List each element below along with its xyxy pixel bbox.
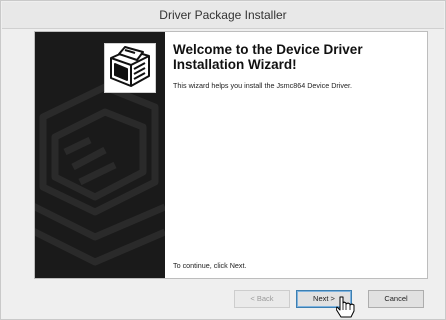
wizard-panel: Welcome to the Device Driver Installatio… (34, 31, 428, 279)
wizard-description: This wizard helps you install the Jsmc86… (173, 81, 352, 90)
back-button[interactable]: < Back (234, 290, 290, 308)
button-bar: < Back Next > Cancel (34, 279, 428, 317)
continue-instruction: To continue, click Next. (173, 261, 247, 270)
window-title: Driver Package Installer (2, 2, 444, 29)
next-button[interactable]: Next > (296, 290, 352, 308)
wizard-text-area: Welcome to the Device Driver Installatio… (173, 42, 423, 272)
device-driver-package-icon (104, 43, 156, 93)
cancel-button[interactable]: Cancel (368, 290, 424, 308)
wizard-heading: Welcome to the Device Driver Installatio… (173, 42, 363, 72)
wizard-side-banner (35, 32, 165, 278)
installer-window: Driver Package Installer Welcome to the … (0, 0, 446, 320)
